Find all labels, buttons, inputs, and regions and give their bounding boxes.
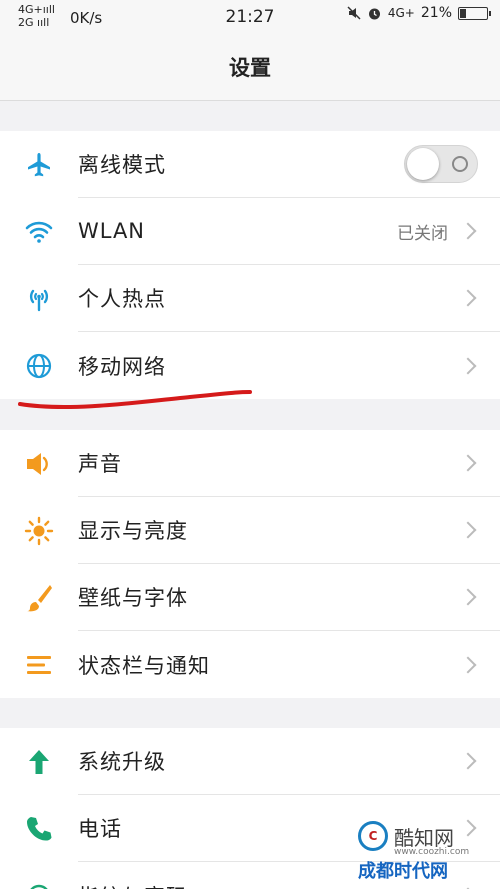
red-underline-annotation (18, 390, 252, 409)
watermark-logo: C (358, 821, 388, 851)
watermark-bottom-text: 成都时代网 (358, 861, 448, 882)
watermark: C 酷知网 www.coozhi.com 成都时代网 (358, 821, 486, 883)
watermark-url: www.coozhi.com (394, 847, 470, 857)
